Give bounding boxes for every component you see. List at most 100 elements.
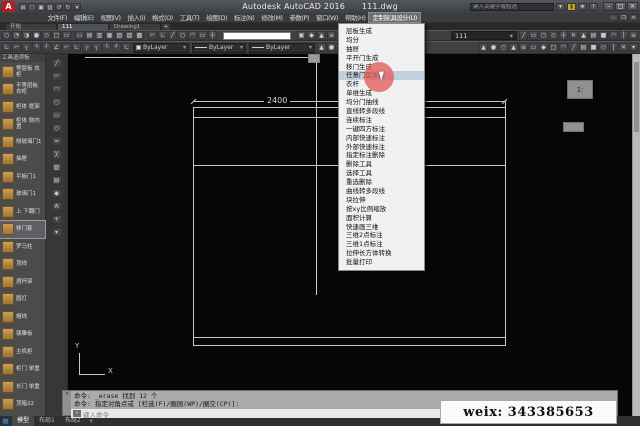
palette-item[interactable]: 长门 单重 [0,378,45,396]
menu-item[interactable]: 层板生成 [339,27,424,36]
toolbar-icon[interactable]: ■ [599,31,608,40]
draw-tool-icon[interactable]: ◇ [52,124,62,133]
toolbar-icon[interactable]: ▨ [125,31,134,40]
toolbar-icon[interactable]: ▭ [529,31,538,40]
grid-icon[interactable] [2,418,9,425]
toolbar-icon[interactable]: ○ [539,31,548,40]
menu-item[interactable]: 选择工具 [339,169,424,178]
menu-item[interactable]: 三维1点标注 [339,240,424,249]
menu-item[interactable]: 三维2点标注 [339,231,424,240]
menu-item[interactable]: 拉伸长方体转换 [339,249,424,258]
palette-item[interactable]: 不等层板 衣柜 [0,81,45,99]
menu-item[interactable]: 指定标注删除 [339,151,424,160]
toolbar-icon[interactable]: ▦ [105,31,114,40]
color-dropdown[interactable]: ByLayer ▾ [133,43,189,53]
palette-item[interactable]: 等层板 衣柜 [0,63,45,81]
toolbar-icon[interactable]: ▥ [95,31,104,40]
toolbar-icon[interactable]: ┘ [42,43,51,52]
toolbar-icon[interactable]: ▲ [579,31,588,40]
toolbar-icon[interactable]: ● [327,43,336,52]
menu-item[interactable]: 抽屉 [339,45,424,54]
palette-item[interactable]: 移门套 [0,221,45,239]
palette-item[interactable]: 顶箱22 [0,396,45,414]
toolbar-icon[interactable]: ◔ [12,31,21,40]
palette-item[interactable]: 帽线 [0,308,45,326]
toolbar-icon[interactable]: ▣ [297,31,306,40]
toolbar-icon[interactable]: ▲ [479,43,488,52]
menu-bar-item[interactable]: 定制家具设计(U) [369,13,420,22]
palette-item[interactable]: 柜门 单重 [0,361,45,379]
toolbar-icon[interactable]: ▤ [85,31,94,40]
new-tab-button[interactable]: + [162,24,170,30]
toolbar-icon[interactable]: ╱ [519,31,528,40]
toolbar-icon[interactable]: ≡ [519,43,528,52]
draw-tool-icon[interactable]: ◠ [52,85,62,94]
menu-bar-item[interactable]: 参数(P) [286,13,313,22]
layout-tab[interactable]: 布局1 [34,416,60,426]
palette-item[interactable]: 平板门1 [0,168,45,186]
menu-bar-item[interactable]: 修改(M) [258,13,286,22]
layer-dropdown[interactable]: 111 ▾ [451,31,517,40]
menu-item[interactable]: 快速画三维 [339,223,424,232]
toolbar-icon[interactable]: ▤ [589,31,598,40]
draw-tool-icon[interactable]: ▤ [52,176,62,185]
add-layout-button[interactable]: + [86,418,97,425]
menu-item[interactable]: 直线转多段线 [339,107,424,116]
toolbar-icon[interactable]: ≡ [327,31,336,40]
toolbar-icon[interactable]: □ [549,43,558,52]
toolbar-icon[interactable]: ▤ [579,43,588,52]
toolbar-icon[interactable]: ▭ [529,43,538,52]
toolbar-icon[interactable]: ● [489,43,498,52]
draw-tool-icon[interactable]: ⌐ [52,72,62,81]
toolbar-icon[interactable]: ⌐ [62,43,71,52]
tool-palette-title[interactable]: 工具选项板 [0,54,45,62]
palette-item[interactable]: 主机柜 [0,343,45,361]
draw-tool-icon[interactable]: ╳ [52,150,62,159]
menu-item[interactable]: 一键四方标注 [339,125,424,134]
toolbar-icon[interactable]: ✕ [569,31,578,40]
toolbar-icon[interactable]: ○ [178,31,187,40]
menu-item[interactable]: 内部快速标注 [339,134,424,143]
command-input-placeholder[interactable]: 键入命令 [83,409,109,419]
draw-tool-icon[interactable]: ○ [52,98,62,107]
toolbar-icon[interactable]: ┐ [92,43,101,52]
file-tab[interactable]: 开始 [6,24,56,30]
palette-item[interactable]: 顶线 [0,256,45,274]
menu-bar-item[interactable]: 标注(N) [230,13,257,22]
toolbar-icon[interactable]: ∠ [52,43,61,52]
menu-item[interactable]: 重选删除 [339,178,424,187]
toolbar-icon[interactable]: ┼ [559,31,568,40]
palette-item[interactable]: 圆灯 [0,291,45,309]
doc-minimize-button[interactable]: – [609,14,618,21]
toolbar-icon[interactable]: ▧ [115,31,124,40]
toolbar-icon[interactable]: ┘ [112,43,121,52]
toolbar-icon[interactable]: └ [32,43,41,52]
toolbar-icon[interactable]: │ [619,31,628,40]
toolbar-icon[interactable]: ● [32,31,41,40]
toolbar-icon[interactable]: ┐ [22,43,31,52]
palette-item[interactable]: 抽屉 [0,151,45,169]
menu-bar-item[interactable]: 格式(O) [149,13,177,22]
draw-tool-icon[interactable]: ╱ [52,59,62,68]
menu-item[interactable]: 按xy比例缩放 [339,205,424,214]
toolbar-icon[interactable]: ◇ [549,31,558,40]
file-tab[interactable]: 111 [58,24,108,30]
toolbar-icon[interactable]: ⌐ [12,43,21,52]
draw-tool-icon[interactable]: ▭ [52,111,62,120]
palette-item[interactable]: 酒杯架 [0,273,45,291]
draw-tool-icon[interactable]: ≈ [52,137,62,146]
file-tab[interactable]: Drawing1 [110,24,160,30]
palette-item[interactable]: 玻璃门1 [0,186,45,204]
menu-bar-item[interactable]: 工具(T) [176,13,203,22]
scrollbar-thumb[interactable] [634,62,639,132]
draw-tool-icon[interactable]: ▾ [52,228,62,237]
lineweight-dropdown[interactable]: ByLayer ▾ [249,43,315,53]
menu-item[interactable]: 批量打印 [339,258,424,267]
toolbar-icon[interactable]: ▾ [629,43,638,52]
layout-tab[interactable]: 模型 [12,416,34,426]
toolbar-icon[interactable]: ✕ [619,43,628,52]
palette-item[interactable]: 侧玻璃门1 [0,133,45,151]
vertical-scrollbar[interactable] [632,54,640,416]
toolbar-icon[interactable]: │ [609,43,618,52]
menu-bar-item[interactable]: 帮助(H) [341,13,368,22]
